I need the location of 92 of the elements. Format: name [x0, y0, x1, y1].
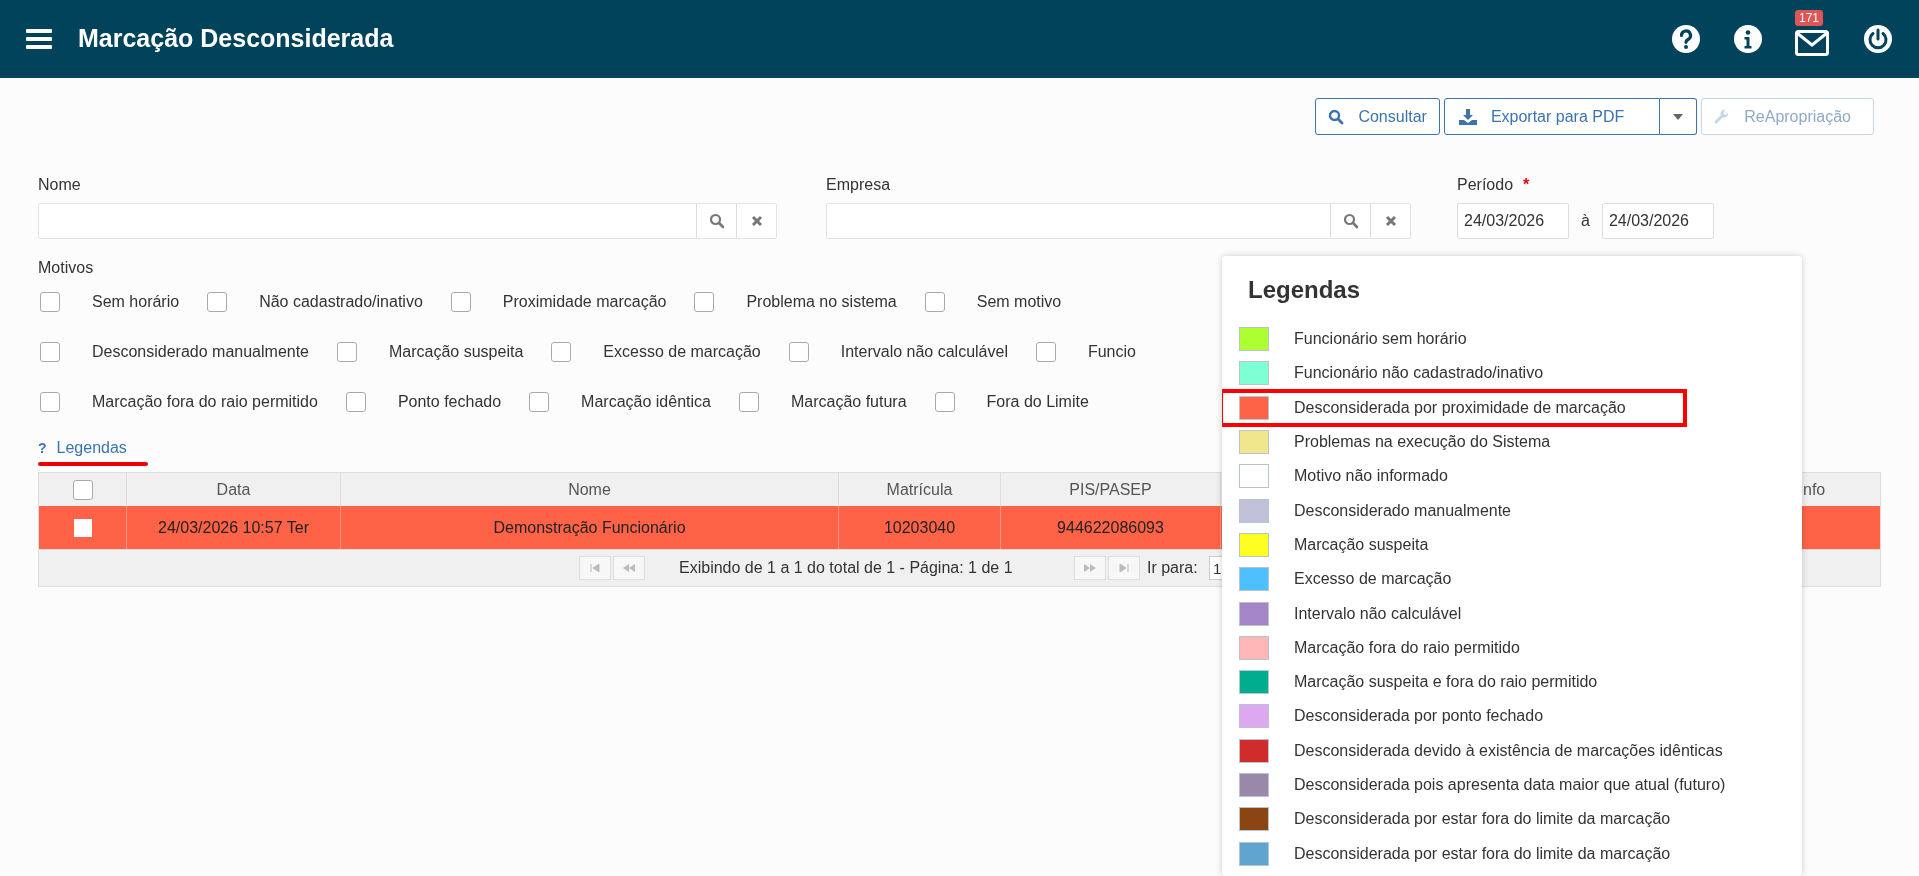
legend-label: Motivo não informado	[1294, 466, 1448, 487]
checkbox-label: Marcação futura	[790, 392, 907, 412]
column-header[interactable]: PIS/PASEP	[1069, 477, 1152, 502]
legend-label: Desconsiderada por ponto fechado	[1294, 706, 1544, 727]
export-button[interactable]: Exportar para PDF	[1443, 98, 1661, 135]
checkbox[interactable]	[551, 342, 572, 362]
section-label: Motivos	[38, 258, 95, 278]
checkbox-label: Intervalo não calculável	[840, 342, 1008, 362]
legend-label: Problemas na execução do Sistema	[1294, 432, 1551, 453]
notification-badge: 171	[1795, 10, 1824, 26]
table-cell-text: 24/03/2026 10:57 Ter	[158, 517, 309, 538]
checkbox[interactable]	[73, 518, 92, 537]
field-label: Empresa	[826, 175, 892, 193]
info-icon[interactable]	[1733, 24, 1763, 54]
next-page-button[interactable]	[1074, 556, 1106, 580]
caret-icon	[1673, 113, 1684, 120]
checkbox-label: Proximidade marcação	[502, 292, 667, 312]
legend-label: Desconsiderada pois apresenta data maior que atual (futuro)	[1294, 775, 1726, 795]
name-field[interactable]	[38, 203, 777, 239]
checkbox-label: Excesso de marcação	[603, 342, 761, 362]
help-mark: ?	[38, 438, 47, 458]
checkbox[interactable]	[694, 292, 715, 312]
checkbox-label: Problema no sistema	[746, 292, 897, 312]
field-label: Período	[1457, 175, 1514, 193]
checkbox-label: Marcação fora do raio permitido	[92, 392, 318, 412]
legend-label: Funcionário sem horário	[1294, 329, 1467, 350]
start-date-field[interactable]: 24/03/2026	[1457, 203, 1569, 239]
checkbox-label: Marcação suspeita	[389, 342, 524, 362]
rewind-icon	[623, 564, 635, 572]
checkbox-label: Sem motivo	[976, 292, 1062, 312]
legend-label: Marcação suspeita e fora do raio permitido	[1294, 672, 1598, 693]
legend-link[interactable]: Legendas	[56, 436, 127, 460]
checkbox[interactable]	[345, 392, 366, 412]
column-header[interactable]: Data	[216, 477, 251, 502]
legend-label: Funcionário não cadastrado/inativo	[1294, 363, 1544, 384]
checkbox-label: Marcação idêntica	[581, 392, 711, 412]
first-page-button[interactable]	[579, 556, 611, 580]
checkbox-label: Não cadastrado/inativo	[259, 292, 423, 312]
checkbox[interactable]	[788, 342, 809, 362]
legend-label: Excesso de marcação	[1294, 569, 1452, 590]
checkbox-label: Sem horário	[92, 292, 180, 312]
last-page-button[interactable]	[1108, 556, 1140, 580]
popup-title: Legendas	[1248, 275, 1362, 305]
download-icon	[1458, 108, 1477, 125]
checkbox[interactable]	[529, 392, 550, 412]
field-label: Nome	[38, 175, 82, 193]
menu-icon[interactable]	[26, 28, 52, 50]
checkbox-label: Desconsiderado manualmente	[92, 342, 309, 362]
last-page-icon	[1119, 564, 1129, 572]
checkbox-label: Ponto fechado	[397, 392, 502, 412]
checkbox-label: Funcio	[1087, 342, 1136, 362]
checkbox[interactable]	[72, 479, 93, 500]
legend-label: Desconsiderada por estar fora do limite da marcação	[1294, 843, 1671, 864]
column-header[interactable]: Nome	[568, 477, 611, 502]
company-field[interactable]	[826, 203, 1411, 239]
goto-label: Ir para:	[1147, 558, 1198, 578]
checkbox[interactable]	[934, 392, 955, 412]
checkbox[interactable]	[450, 292, 471, 312]
range-separator: à	[1581, 211, 1590, 231]
table-cell-text: 944622086093	[1057, 517, 1164, 538]
checkbox[interactable]	[337, 342, 357, 362]
table-cell-text: Demonstração Funcionário	[493, 517, 686, 538]
checkbox[interactable]	[1035, 342, 1056, 362]
fast-forward-icon	[1084, 564, 1096, 572]
legend-label: Desconsiderada por estar fora do limite da marcação	[1294, 809, 1671, 830]
first-page-icon	[590, 564, 600, 572]
legend-label: Intervalo não calculável	[1294, 603, 1462, 624]
legend-label: Desconsiderada por proximidade de marcação	[1294, 397, 1626, 418]
previous-page-button[interactable]	[613, 556, 645, 580]
end-date-field[interactable]: 24/03/2026	[1601, 203, 1714, 239]
pagination-info: Exibindo de 1 a 1 do total de 1 - Página: 1 de 1	[679, 558, 1013, 578]
legend-label: Marcação fora do raio permitido	[1294, 637, 1520, 658]
required-mark: *	[1523, 175, 1530, 193]
checkbox-label: Fora do Limite	[986, 392, 1089, 412]
help-icon[interactable]	[1671, 24, 1701, 54]
search-button[interactable]: Consultar	[1315, 98, 1440, 135]
checkbox[interactable]	[738, 392, 759, 412]
page-title: Marcação Desconsiderada	[78, 23, 394, 55]
mail-icon[interactable]	[1795, 30, 1829, 56]
column-header[interactable]: Matrícula	[886, 477, 953, 502]
table-cell-text: 10203040	[883, 517, 956, 538]
column-header[interactable]: nfo	[1803, 477, 1826, 502]
checkbox[interactable]	[40, 392, 60, 412]
dropdown-button[interactable]	[1660, 98, 1698, 135]
legend-label: Desconsiderada devido à existência de marcações idênticas	[1294, 740, 1723, 761]
checkbox[interactable]	[924, 292, 945, 312]
power-icon[interactable]	[1863, 24, 1893, 54]
wrench-icon	[1714, 108, 1731, 125]
checkbox[interactable]	[40, 292, 60, 312]
checkbox[interactable]	[40, 342, 60, 362]
search-icon	[1328, 108, 1345, 125]
checkbox[interactable]	[207, 292, 228, 312]
